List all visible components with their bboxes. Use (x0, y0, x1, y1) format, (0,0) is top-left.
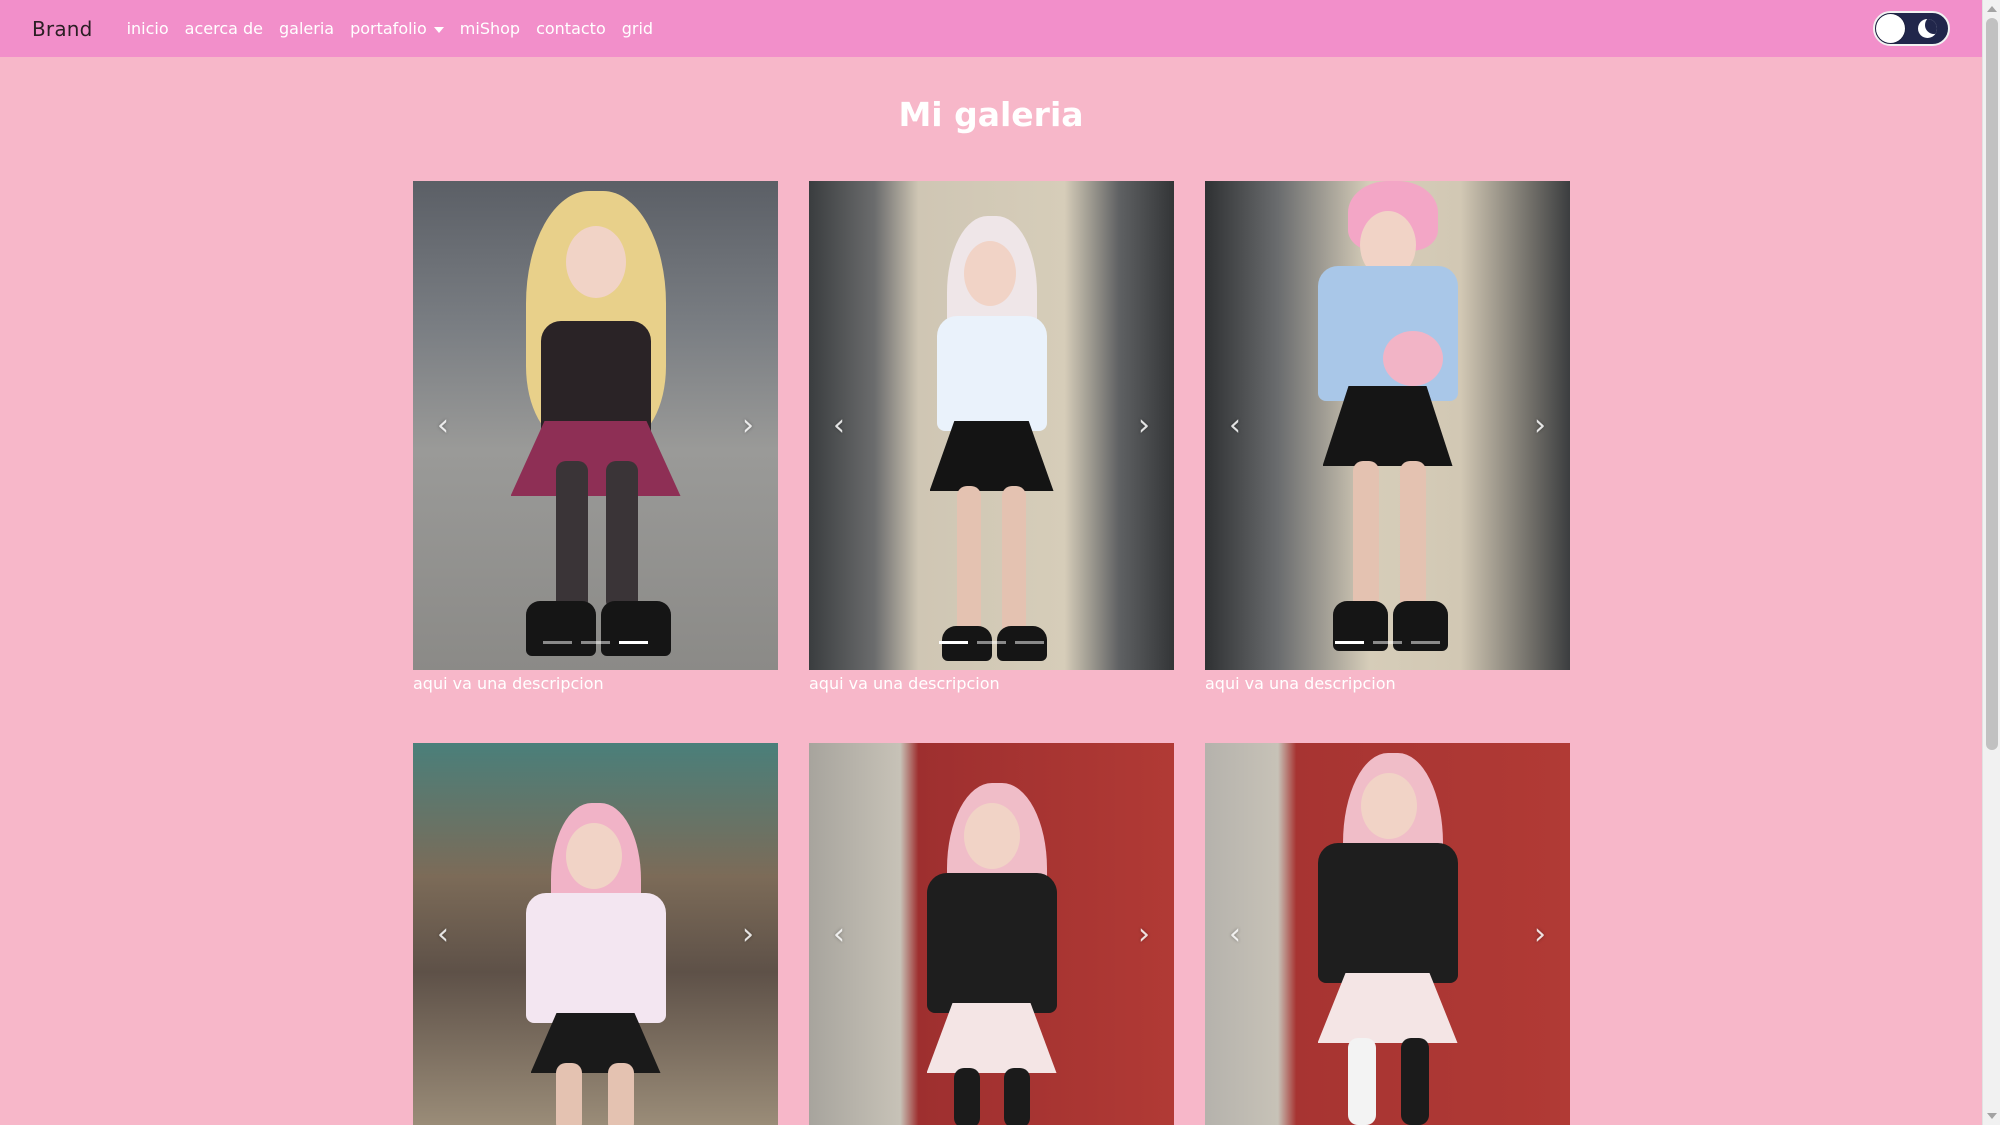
carousel-prev-button[interactable]: ‹ (809, 743, 869, 1125)
nav-link-mishop[interactable]: miShop (452, 19, 528, 38)
gallery-card: ‹ › (1205, 743, 1570, 1125)
image-carousel: ‹ › (1205, 181, 1570, 670)
gallery-card: ‹ › aqui va una descripcion (413, 181, 778, 693)
scroll-thumb[interactable] (1986, 18, 1998, 750)
carousel-prev-button[interactable]: ‹ (809, 181, 869, 670)
theme-toggle[interactable] (1873, 11, 1950, 46)
image-carousel: ‹ › (413, 743, 778, 1125)
page-title: Mi galeria (898, 95, 1084, 134)
carousel-indicators (1205, 641, 1570, 644)
carousel-indicator[interactable] (543, 641, 572, 644)
nav-dropdown-label: portafolio (350, 19, 427, 38)
carousel-indicators (413, 641, 778, 644)
vertical-scrollbar[interactable] (1982, 0, 2000, 1125)
carousel-indicator[interactable] (1015, 641, 1044, 644)
nav-links: inicio acerca de galeria portafolio miSh… (119, 19, 662, 38)
gallery-card: ‹ › (809, 743, 1174, 1125)
nav-link-contacto[interactable]: contacto (528, 19, 614, 38)
gallery-card: ‹ › aqui va una descripcion (809, 181, 1174, 693)
carousel-prev-button[interactable]: ‹ (413, 181, 473, 670)
carousel-next-button[interactable]: › (1114, 181, 1174, 670)
navbar: Brand inicio acerca de galeria portafoli… (0, 0, 1982, 57)
scroll-up-icon[interactable] (1987, 6, 1997, 12)
scroll-down-icon[interactable] (1987, 1113, 1997, 1119)
carousel-prev-button[interactable]: ‹ (1205, 743, 1265, 1125)
image-carousel: ‹ › (413, 181, 778, 670)
carousel-indicator[interactable] (977, 641, 1006, 644)
nav-link-acerca-de[interactable]: acerca de (177, 19, 271, 38)
carousel-next-button[interactable]: › (718, 743, 778, 1125)
nav-dropdown-portafolio[interactable]: portafolio (342, 19, 452, 38)
carousel-indicator[interactable] (581, 641, 610, 644)
carousel-next-button[interactable]: › (1114, 743, 1174, 1125)
gallery-card: ‹ › aqui va una descripcion (1205, 181, 1570, 693)
carousel-next-button[interactable]: › (1510, 181, 1570, 670)
carousel-next-button[interactable]: › (1510, 743, 1570, 1125)
nav-link-galeria[interactable]: galeria (271, 19, 342, 38)
caret-down-icon (433, 26, 444, 33)
carousel-next-button[interactable]: › (718, 181, 778, 670)
carousel-prev-button[interactable]: ‹ (413, 743, 473, 1125)
photo-caption: aqui va una descripcion (413, 674, 604, 693)
carousel-indicator-active[interactable] (939, 641, 968, 644)
carousel-prev-button[interactable]: ‹ (1205, 181, 1265, 670)
toggle-knob (1876, 14, 1905, 43)
carousel-indicators (809, 641, 1174, 644)
photo-caption: aqui va una descripcion (1205, 674, 1396, 693)
image-carousel: ‹ › (809, 181, 1174, 670)
carousel-indicator-active[interactable] (619, 641, 648, 644)
carousel-indicator[interactable] (1411, 641, 1440, 644)
moon-icon (1918, 19, 1937, 38)
image-carousel: ‹ › (1205, 743, 1570, 1125)
image-carousel: ‹ › (809, 743, 1174, 1125)
brand-link[interactable]: Brand (32, 17, 93, 41)
carousel-indicator[interactable] (1373, 641, 1402, 644)
nav-link-grid[interactable]: grid (614, 19, 661, 38)
carousel-indicator-active[interactable] (1335, 641, 1364, 644)
nav-link-inicio[interactable]: inicio (119, 19, 177, 38)
gallery-card: ‹ › (413, 743, 778, 1125)
photo-caption: aqui va una descripcion (809, 674, 1000, 693)
